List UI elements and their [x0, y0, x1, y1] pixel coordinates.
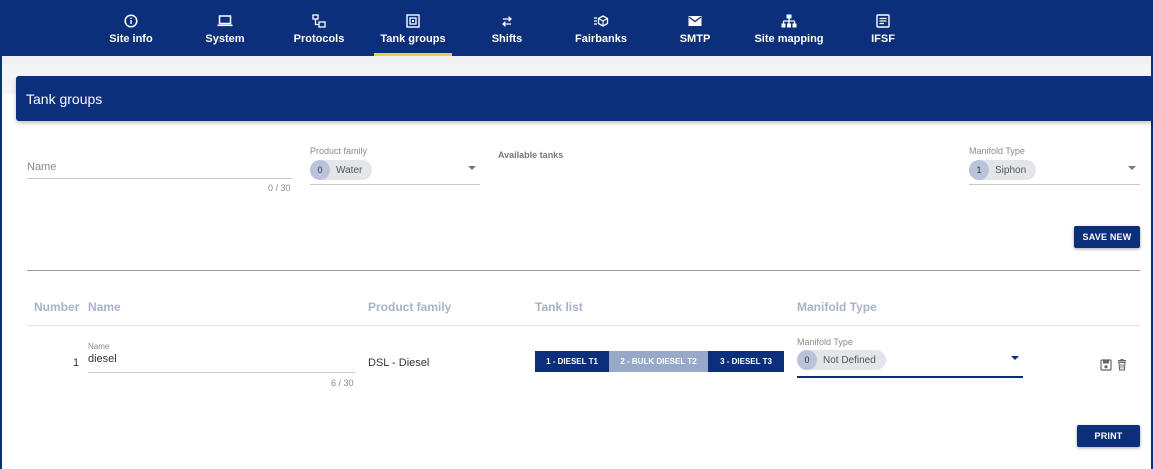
- name-char-counter: 0 / 30: [268, 183, 291, 193]
- row-manifold-underline: [797, 376, 1023, 378]
- save-new-button[interactable]: SAVE NEW: [1074, 226, 1140, 248]
- tab-label: Protocols: [293, 32, 345, 45]
- info-icon: [124, 12, 138, 30]
- product-family-count-badge: 0: [310, 160, 330, 180]
- page-title: Tank groups: [26, 91, 103, 107]
- tab-label: Tank groups: [380, 32, 446, 45]
- tab-label: Fairbanks: [575, 32, 627, 45]
- row-product-family: DSL - Diesel: [368, 357, 430, 369]
- row-name-underline: [88, 372, 355, 373]
- row-manifold-label: Manifold Type: [797, 337, 853, 347]
- manifold-type-select[interactable]: 1 Siphon: [969, 160, 1037, 180]
- delete-row-icon[interactable]: [1117, 358, 1129, 371]
- row-name-char-counter: 6 / 30: [331, 378, 354, 388]
- tank-group-icon: [406, 12, 420, 30]
- print-button[interactable]: PRINT: [1077, 425, 1140, 447]
- manifold-type-underline: [969, 184, 1140, 185]
- manifold-count-badge: 1: [969, 160, 989, 180]
- save-row-icon[interactable]: [1100, 358, 1112, 371]
- sitemap-icon: [781, 12, 797, 30]
- tab-ifsf[interactable]: IFSF: [836, 0, 930, 56]
- chevron-down-icon[interactable]: [1011, 356, 1019, 360]
- tab-system[interactable]: System: [178, 0, 272, 56]
- row-manifold-select[interactable]: 0 Not Defined: [797, 350, 886, 370]
- tank-chip[interactable]: 2 - BULK DIESEL T2: [609, 351, 708, 372]
- tab-site-mapping[interactable]: Site mapping: [742, 0, 836, 56]
- tab-label: System: [205, 32, 245, 45]
- column-header-product-family: Product family: [368, 300, 452, 314]
- chevron-down-icon[interactable]: [468, 166, 476, 170]
- swap-icon: [500, 12, 514, 30]
- tab-fairbanks[interactable]: Fairbanks: [554, 0, 648, 56]
- tab-protocols[interactable]: Protocols: [272, 0, 366, 56]
- cube-list-icon: [593, 12, 609, 30]
- row-name-input[interactable]: diesel: [88, 353, 117, 365]
- available-tanks-label: Available tanks: [498, 150, 564, 160]
- product-family-label: Product family: [310, 146, 368, 156]
- chevron-down-icon[interactable]: [1128, 166, 1136, 170]
- tank-chip[interactable]: 1 - DIESEL T1: [535, 351, 609, 372]
- row-number: 1: [73, 357, 80, 369]
- product-family-select[interactable]: 0 Water: [310, 160, 373, 180]
- name-input[interactable]: Name: [27, 161, 56, 173]
- document-icon: [876, 12, 890, 30]
- tab-label: Shifts: [491, 32, 523, 45]
- table-header-divider: [27, 325, 1140, 326]
- tab-tank-groups[interactable]: Tank groups: [366, 0, 460, 56]
- product-family-value: Water: [336, 164, 363, 176]
- row-name-label: Name: [88, 342, 110, 351]
- page-header-card: Tank groups: [16, 76, 1153, 121]
- column-header-tank-list: Tank list: [535, 300, 583, 314]
- row-manifold-value: Not Defined: [823, 354, 876, 366]
- tab-site-info[interactable]: Site info: [84, 0, 178, 56]
- nav-shadow-strip: [2, 56, 1151, 64]
- row-manifold-count-badge: 0: [797, 350, 817, 370]
- tank-chip[interactable]: 3 - DIESEL T3: [708, 351, 784, 372]
- tab-label: SMTP: [679, 32, 711, 45]
- tab-label: Site info: [109, 32, 153, 45]
- envelope-icon: [688, 12, 702, 30]
- section-divider: [27, 270, 1140, 271]
- tab-label: IFSF: [871, 32, 895, 45]
- column-header-manifold-type: Manifold Type: [797, 300, 877, 314]
- tab-smtp[interactable]: SMTP: [648, 0, 742, 56]
- column-header-name: Name: [88, 300, 121, 314]
- name-input-underline: [27, 178, 292, 179]
- manifold-value: Siphon: [995, 164, 1027, 176]
- manifold-type-label: Manifold Type: [969, 146, 1025, 156]
- product-family-underline: [310, 184, 480, 185]
- tab-label: Site mapping: [754, 32, 824, 45]
- network-icon: [312, 12, 326, 30]
- laptop-icon: [217, 12, 233, 30]
- column-header-number: Number: [34, 300, 80, 314]
- top-navigation: Site info System Protocols Tank groups S…: [0, 0, 1153, 56]
- tab-shifts[interactable]: Shifts: [460, 0, 554, 56]
